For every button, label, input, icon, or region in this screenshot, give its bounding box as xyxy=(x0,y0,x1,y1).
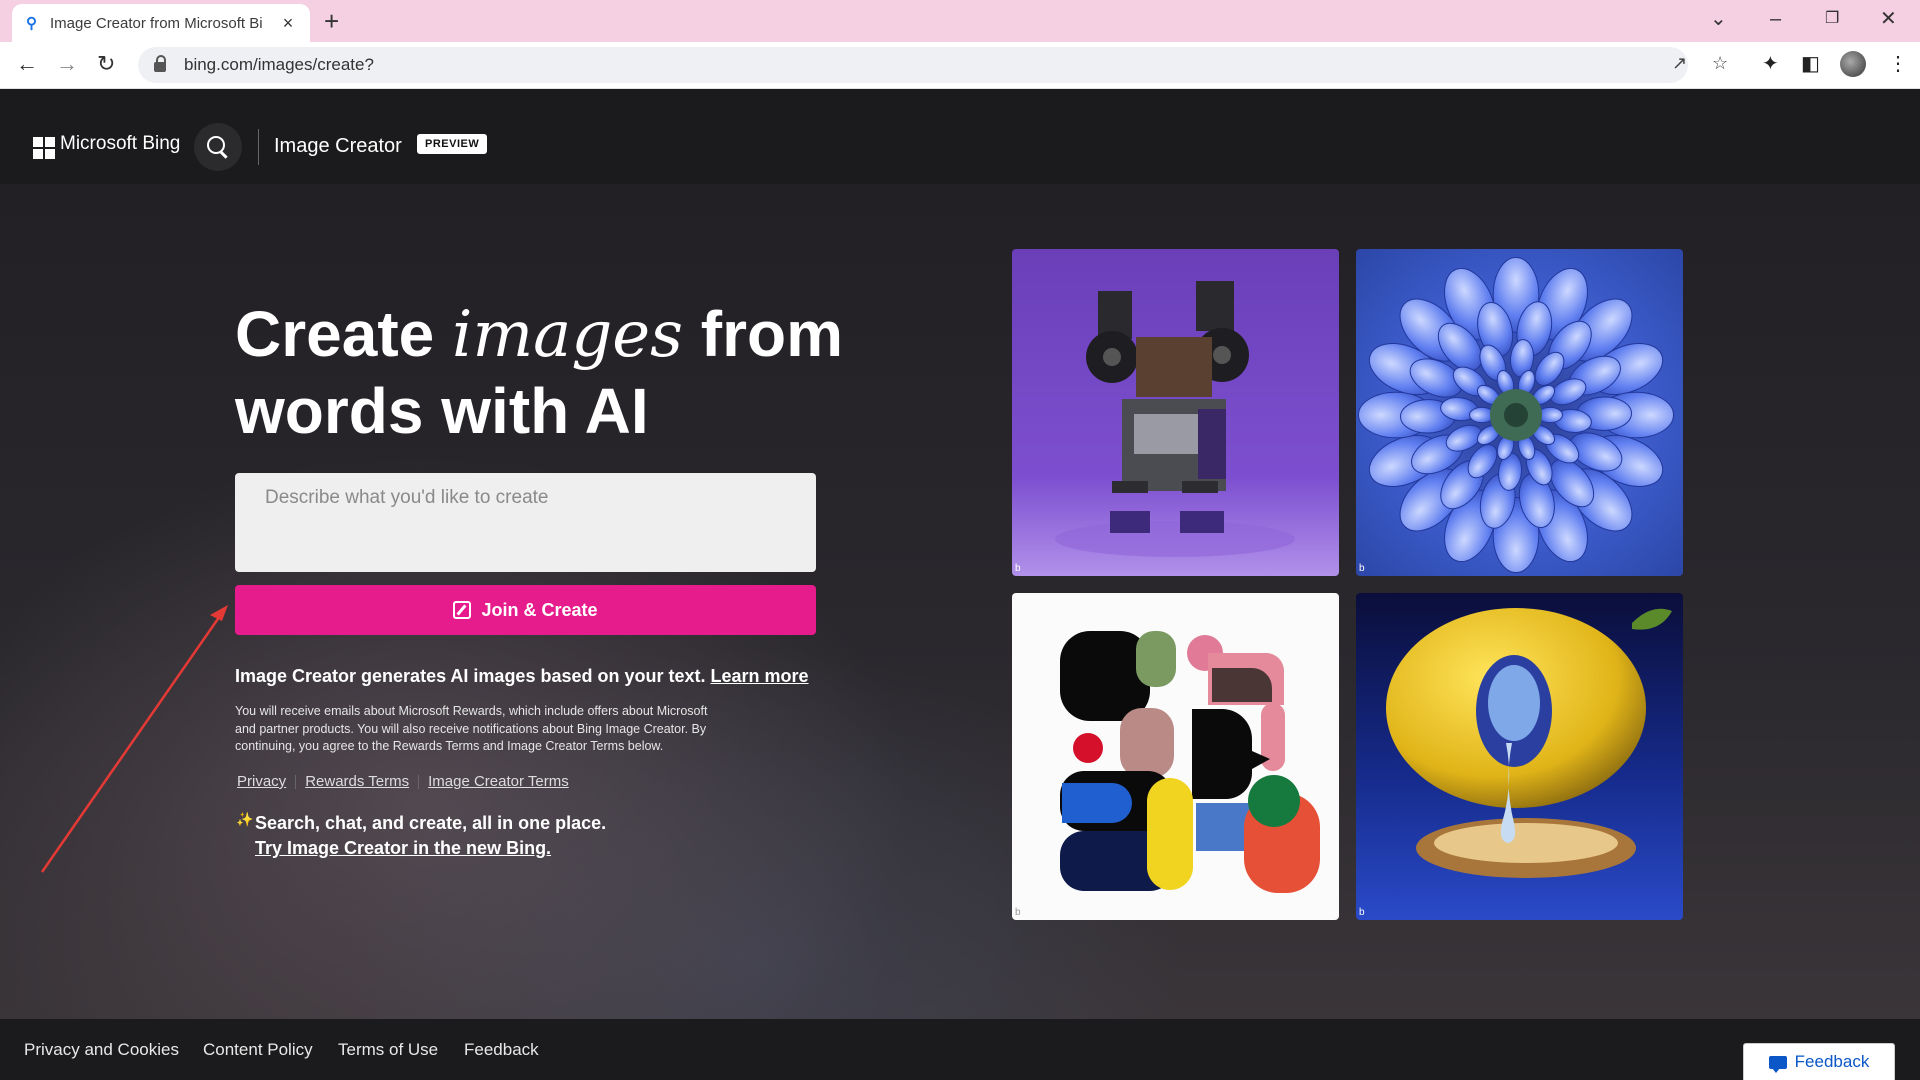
rewards-disclaimer: You will receive emails about Microsoft … xyxy=(235,704,708,753)
page-headline: Create images from words with AI xyxy=(235,298,843,447)
new-tab-button[interactable]: + xyxy=(324,6,339,36)
footer-terms-link[interactable]: Terms of Use xyxy=(338,1040,438,1060)
site-header: Microsoft Bing Image Creator PREVIEW xyxy=(0,89,1920,184)
feedback-button[interactable]: Feedback xyxy=(1743,1043,1895,1080)
close-window-icon[interactable]: ✕ xyxy=(1880,8,1897,30)
image-creator-terms-link[interactable]: Image Creator Terms xyxy=(428,773,569,790)
footer-privacy-link[interactable]: Privacy and Cookies xyxy=(24,1040,179,1060)
sample-image-shapes[interactable]: b xyxy=(1012,593,1339,920)
reload-icon[interactable]: ↻ xyxy=(97,50,115,78)
bookmark-star-icon[interactable]: ☆ xyxy=(1712,53,1728,74)
address-bar[interactable]: bing.com/images/create? ↗ ☆ xyxy=(138,47,1728,83)
preview-badge: PREVIEW xyxy=(417,134,488,154)
prompt-input[interactable] xyxy=(235,473,816,572)
privacy-link[interactable]: Privacy xyxy=(237,773,286,790)
brand-name[interactable]: Microsoft Bing xyxy=(60,133,180,155)
rewards-terms-link[interactable]: Rewards Terms xyxy=(305,773,409,790)
bing-watermark: b xyxy=(1015,907,1021,918)
forward-icon[interactable]: → xyxy=(56,50,78,78)
info-text: Image Creator generates AI images based … xyxy=(235,666,809,686)
more-menu-icon[interactable]: ⋮ xyxy=(1888,51,1908,76)
lock-icon xyxy=(154,55,166,72)
bing-watermark: b xyxy=(1359,563,1365,574)
extensions-icon[interactable]: ✦ xyxy=(1762,51,1779,76)
browser-tabbar: ⚲ Image Creator from Microsoft Bi × + ⌄ … xyxy=(0,0,1920,42)
join-create-label: Join & Create xyxy=(481,599,598,620)
browser-toolbar: ← → ↻ bing.com/images/create? ↗ ☆ ✦ ◧ ⋮ xyxy=(0,42,1920,89)
sample-image-lemon[interactable]: b xyxy=(1356,593,1683,920)
back-icon[interactable]: ← xyxy=(16,50,38,78)
search-button[interactable] xyxy=(194,123,242,171)
try-new-bing-link[interactable]: Try Image Creator in the new Bing. xyxy=(255,838,551,859)
page-content: Microsoft Bing Image Creator PREVIEW Cre… xyxy=(0,89,1920,1080)
search-favicon-icon: ⚲ xyxy=(26,15,37,32)
side-panel-icon[interactable]: ◧ xyxy=(1801,51,1820,76)
link-divider xyxy=(295,774,297,789)
join-create-button[interactable]: Join & Create xyxy=(235,585,816,635)
section-title[interactable]: Image Creator xyxy=(274,135,402,158)
site-footer: Privacy and Cookies Content Policy Terms… xyxy=(0,1019,1920,1080)
sample-image-robot[interactable]: b xyxy=(1012,249,1339,576)
footer-feedback-link[interactable]: Feedback xyxy=(464,1040,539,1060)
search-icon xyxy=(207,136,225,154)
create-image-icon xyxy=(453,601,472,619)
minimize-icon[interactable]: – xyxy=(1770,8,1781,30)
promo-text: Search, chat, and create, all in one pla… xyxy=(255,813,607,833)
url-text: bing.com/images/create? xyxy=(184,55,374,74)
close-tab-icon[interactable]: × xyxy=(278,13,298,34)
sample-image-flower[interactable]: b xyxy=(1356,249,1683,576)
terms-links: Privacy Rewards Terms Image Creator Term… xyxy=(237,773,569,790)
chat-bubble-icon xyxy=(1768,1055,1787,1073)
bing-watermark: b xyxy=(1015,563,1021,574)
link-divider xyxy=(418,774,420,789)
learn-more-link[interactable]: Learn more xyxy=(711,666,809,686)
tab-title: Image Creator from Microsoft Bi xyxy=(50,14,263,32)
share-icon[interactable]: ↗ xyxy=(1672,53,1687,74)
feedback-label: Feedback xyxy=(1794,1052,1870,1071)
bing-watermark: b xyxy=(1359,907,1365,918)
browser-tab[interactable]: ⚲ Image Creator from Microsoft Bi × xyxy=(12,4,310,42)
profile-avatar[interactable] xyxy=(1840,51,1866,77)
tab-search-chevron-icon[interactable]: ⌄ xyxy=(1710,8,1727,30)
microsoft-logo-icon[interactable] xyxy=(33,137,55,159)
footer-content-policy-link[interactable]: Content Policy xyxy=(203,1040,313,1060)
sparkle-icon: ✨ xyxy=(236,811,254,827)
header-divider xyxy=(258,129,259,165)
restore-icon[interactable]: ❐ xyxy=(1825,8,1839,30)
